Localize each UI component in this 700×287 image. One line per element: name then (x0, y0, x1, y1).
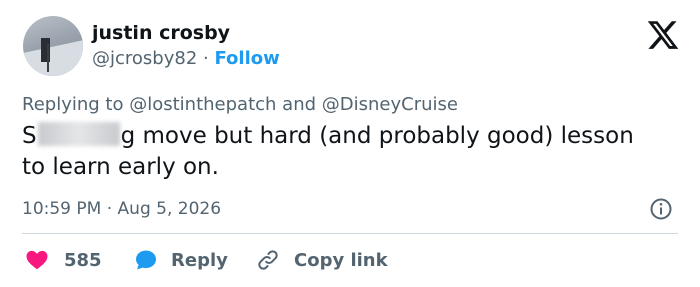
reply-button[interactable]: Reply (133, 248, 228, 272)
info-icon[interactable] (649, 197, 673, 221)
tweet-text-start: S (22, 123, 37, 149)
likes-count: 585 (64, 249, 102, 271)
tweet-text: Sg move but hard (and probably good) les… (22, 121, 662, 183)
divider (22, 233, 678, 234)
mention-lostinthepatch[interactable]: @lostinthepatch (129, 94, 276, 115)
timestamp[interactable]: 10:59 PM · Aug 5, 2026 (22, 199, 221, 219)
avatar-post-pole (47, 44, 49, 72)
tweet-time: 10:59 PM (22, 199, 102, 219)
handle-separator: · (203, 48, 209, 69)
reply-context: Replying to @lostinthepatch and @DisneyC… (22, 94, 458, 115)
timestamp-separator: · (106, 199, 113, 219)
user-name[interactable]: justin crosby (92, 22, 230, 44)
like-button[interactable]: 585 (24, 248, 102, 272)
reply-bubble-icon (136, 250, 156, 270)
mention-disneycruise[interactable]: @DisneyCruise (322, 94, 458, 115)
heart-icon (26, 250, 48, 270)
x-logo-icon[interactable] (646, 18, 680, 52)
follow-button[interactable]: Follow (214, 48, 279, 69)
link-icon (258, 250, 278, 270)
avatar-snow (23, 37, 83, 76)
user-handle[interactable]: @jcrosby82 (92, 48, 197, 69)
copy-link-button[interactable]: Copy link (256, 248, 388, 272)
avatar[interactable] (23, 16, 83, 76)
tweet-date: Aug 5, 2026 (117, 199, 222, 219)
censored-blur (37, 122, 120, 146)
reply-label: Reply (171, 249, 228, 271)
reply-conjunction: and (282, 94, 317, 115)
copy-link-label: Copy link (294, 249, 388, 271)
handle-row: @jcrosby82 · Follow (92, 48, 280, 69)
reply-prefix: Replying to (22, 94, 124, 115)
